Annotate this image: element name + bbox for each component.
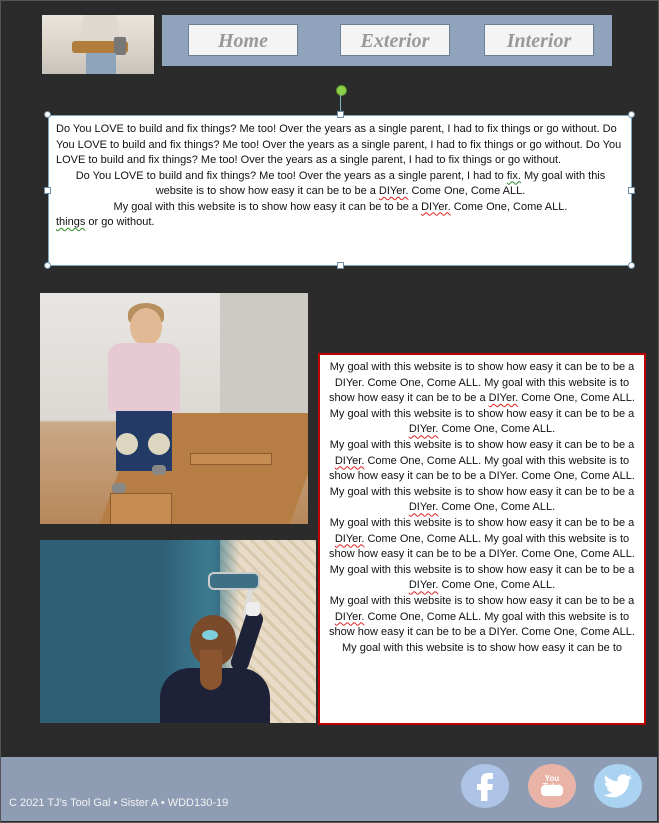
- photo-paint-roller: [208, 572, 260, 590]
- facebook-icon: [477, 773, 493, 801]
- twitter-icon: [603, 774, 632, 798]
- youtube-icon-tube: [541, 785, 563, 796]
- goal-paragraph: My goal with this website is to show how…: [326, 563, 638, 594]
- resize-handle-s[interactable]: [337, 262, 344, 269]
- text-run: My goal with this website is to show how…: [329, 407, 635, 420]
- twitter-link[interactable]: [594, 764, 642, 808]
- text-run: or go without.: [85, 216, 155, 228]
- goal-paragraph: My goal with this website is to show how…: [326, 360, 638, 407]
- spell-fix: fix.: [506, 169, 521, 182]
- goal-paragraph: My goal with this website is to show how…: [326, 641, 638, 657]
- photo-plank: [190, 453, 272, 465]
- spell-diyer: DIYer.: [408, 423, 439, 436]
- intro-paragraph-4: things or go without.: [56, 215, 625, 231]
- photo-wall: [220, 293, 308, 423]
- text-run: My goal with this website is to show how…: [329, 594, 635, 607]
- intro-paragraph-2: Do You LOVE to build and fix things? Me …: [56, 169, 625, 200]
- resize-handle-ne[interactable]: [628, 111, 635, 118]
- text-run: Come One, Come ALL. My goal with this we…: [329, 532, 635, 561]
- nav-interior-button[interactable]: Interior: [484, 24, 594, 56]
- goal-paragraph: My goal with this website is to show how…: [326, 438, 638, 485]
- nav-bar: Home Exterior Interior: [162, 15, 612, 66]
- text-run: Come One, Come ALL.: [518, 392, 635, 405]
- goal-paragraph: My goal with this website is to show how…: [326, 516, 638, 563]
- resize-handle-n[interactable]: [337, 111, 344, 118]
- text-run: My goal with this website is to show how…: [113, 200, 422, 213]
- text-run: My goal with this website is to show how…: [329, 563, 635, 576]
- nav-exterior-button[interactable]: Exterior: [340, 24, 450, 56]
- photo-shoe: [152, 465, 166, 475]
- goal-paragraph: My goal with this website is to show how…: [326, 485, 638, 516]
- photo-woman-painting: [40, 540, 316, 723]
- rotate-handle[interactable]: [336, 85, 347, 96]
- spell-diyer: DIYer.: [334, 454, 365, 467]
- resize-handle-e[interactable]: [628, 187, 635, 194]
- resize-handle-sw[interactable]: [44, 262, 51, 269]
- copyright-text: C 2021 TJ’s Tool Gal • Sister A • WDD130…: [9, 797, 229, 809]
- text-run: Come One, Come ALL.: [438, 579, 556, 592]
- photo-knee-pad: [148, 433, 170, 455]
- photo-plank: [110, 493, 172, 524]
- resize-handle-nw[interactable]: [44, 111, 51, 118]
- photo-hair-bow: [202, 630, 218, 640]
- text-run: Come One, Come ALL.: [438, 501, 556, 514]
- text-run: My goal with this website is to show how…: [329, 438, 635, 451]
- spell-diyer: DIYer.: [334, 610, 365, 623]
- spell-diyer: DIYer.: [488, 392, 519, 405]
- photo-ponytail: [200, 650, 222, 690]
- intro-paragraph-3: My goal with this website is to show how…: [56, 200, 625, 216]
- photo-shirt: [108, 343, 180, 413]
- spell-diyer: DIYer.: [334, 532, 365, 545]
- site-logo[interactable]: [42, 15, 154, 74]
- resize-handle-se[interactable]: [628, 262, 635, 269]
- spell-diyer: DIYer.: [408, 501, 439, 514]
- goal-textbox[interactable]: My goal with this website is to show how…: [318, 353, 646, 725]
- spell-things: things: [56, 216, 86, 228]
- text-run: Do You LOVE to build and fix things? Me …: [75, 169, 507, 182]
- text-run: Come One, Come ALL. My goal with this we…: [329, 610, 635, 639]
- nav-home-button[interactable]: Home: [188, 24, 298, 56]
- goal-paragraph: My goal with this website is to show how…: [326, 407, 638, 438]
- goal-paragraph: My goal with this website is to show how…: [326, 594, 638, 641]
- photo-woman-flooring: [40, 293, 308, 524]
- photo-head: [130, 308, 162, 346]
- text-run: Come One, Come ALL. My goal with this we…: [329, 454, 635, 483]
- spell-diyer: DIYer.: [421, 200, 451, 213]
- resize-handle-w[interactable]: [44, 187, 51, 194]
- text-run: My goal with this website is to show how…: [329, 485, 635, 498]
- text-run: Come One, Come ALL.: [450, 200, 568, 213]
- photo-shoe: [112, 483, 126, 493]
- facebook-link[interactable]: [461, 764, 509, 808]
- photo-glove: [246, 602, 260, 616]
- youtube-link[interactable]: You Tube: [528, 764, 576, 808]
- logo-jeans: [86, 53, 116, 74]
- intro-textbox[interactable]: Do You LOVE to build and fix things? Me …: [48, 115, 632, 266]
- intro-paragraph-1: Do You LOVE to build and fix things? Me …: [56, 123, 622, 166]
- spell-diyer: DIYer.: [378, 185, 409, 197]
- photo-knee-pad: [116, 433, 138, 455]
- text-run: Come One, Come ALL.: [438, 423, 556, 436]
- text-run: Come One, Come ALL.: [408, 185, 526, 197]
- youtube-icon: You Tube: [539, 775, 565, 797]
- footer: C 2021 TJ’s Tool Gal • Sister A • WDD130…: [1, 757, 657, 821]
- text-run: My goal with this website is to show how…: [341, 641, 623, 654]
- spell-diyer: DIYer.: [408, 579, 439, 592]
- text-run: My goal with this website is to show how…: [329, 516, 635, 529]
